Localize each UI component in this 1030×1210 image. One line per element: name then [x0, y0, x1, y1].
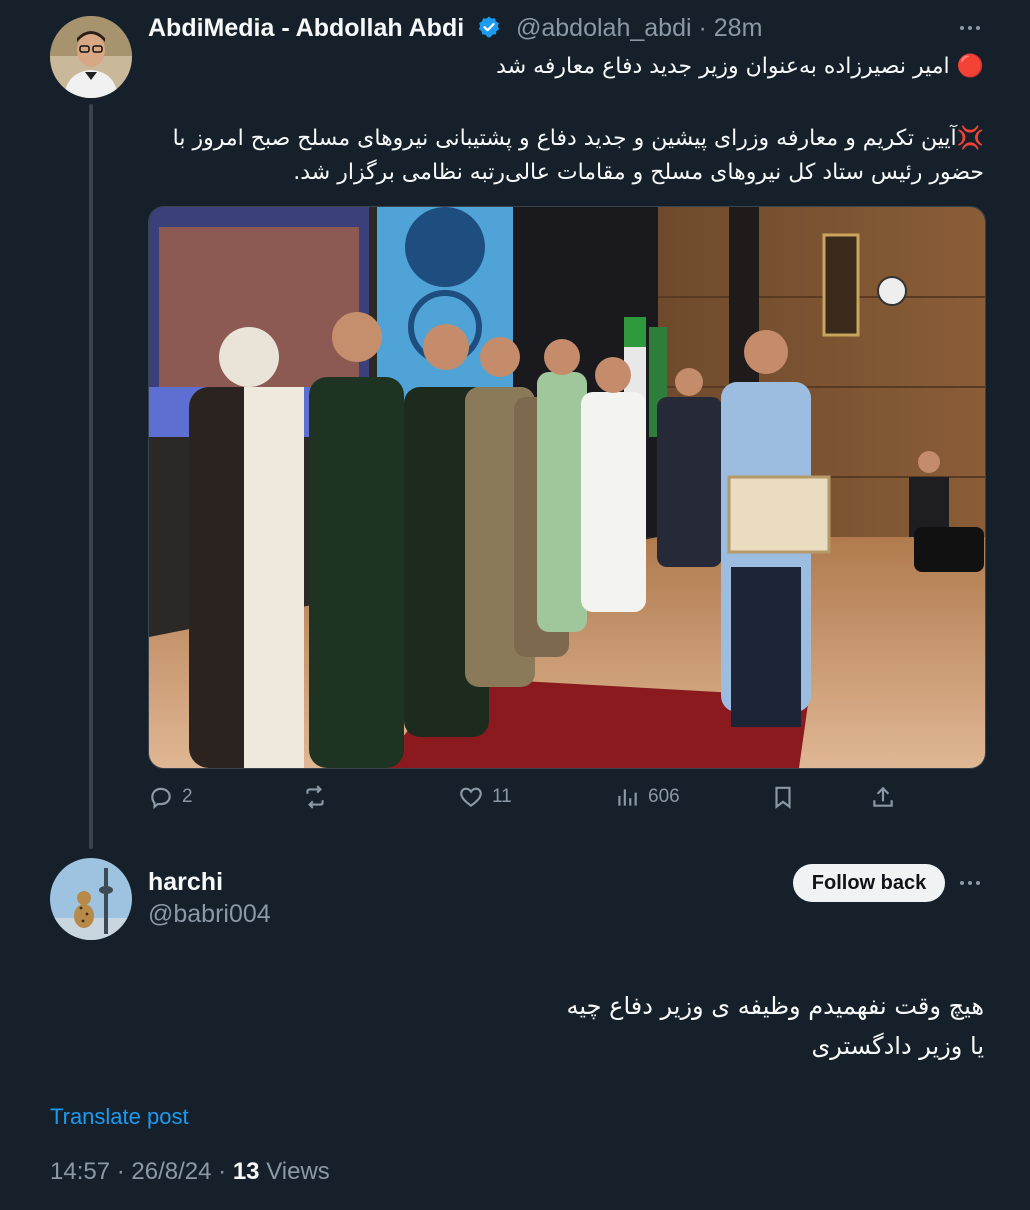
reply-icon: [151, 787, 171, 810]
verified-badge-icon: [478, 16, 500, 38]
share-button[interactable]: [870, 780, 896, 814]
like-button[interactable]: 11: [458, 780, 512, 814]
reply-author-handle[interactable]: @babri004: [148, 900, 271, 929]
bookmark-button[interactable]: [770, 780, 796, 814]
reply-count: 2: [182, 786, 193, 807]
tweet-text-line1: 🔴 امیر نصیرزاده به‌عنوان وزیر جدید دفاع …: [496, 54, 984, 79]
repost-icon: [306, 785, 324, 809]
reply-author-avatar[interactable]: [50, 858, 132, 940]
repost-button[interactable]: [302, 780, 336, 814]
reply-author-name[interactable]: harchi: [148, 868, 223, 897]
post-views-count: 13: [232, 1158, 260, 1185]
ceremony-photo: [149, 207, 985, 768]
avatar-photo: [50, 16, 132, 98]
bookmark-icon: [775, 786, 791, 809]
author-avatar[interactable]: [50, 16, 132, 98]
follow-back-button[interactable]: Follow back: [793, 864, 945, 902]
post-views-label: Views: [266, 1158, 330, 1185]
author-handle[interactable]: @abdolah_abdi: [516, 14, 692, 42]
reply-text: هیچ وقت نفهمیدم وظیفه ی وزیر دفاع چیه یا…: [144, 986, 984, 1066]
meta-separator: ·: [218, 1158, 227, 1185]
more-options-icon[interactable]: [948, 16, 992, 40]
author-meta: @abdolah_abdi · 28m: [516, 14, 762, 43]
author-name-text: AbdiMedia - Abdollah Abdi: [148, 14, 465, 42]
tweet-action-bar: 2 11 606: [148, 780, 908, 814]
tweet-timestamp[interactable]: 28m: [714, 14, 763, 42]
share-icon: [873, 786, 893, 807]
post-meta: 14:57 · 26/8/24 · 13 Views: [50, 1158, 330, 1186]
like-count: 11: [492, 786, 512, 807]
author-name[interactable]: AbdiMedia - Abdollah Abdi: [148, 14, 501, 43]
translate-post-link[interactable]: Translate post: [50, 1104, 189, 1130]
reply-text-line2: یا وزیر دادگستری: [811, 1032, 985, 1060]
heart-icon: [460, 787, 482, 808]
views-chart-icon: [618, 789, 637, 806]
reply-more-options-icon[interactable]: [948, 871, 992, 895]
views-button[interactable]: 606: [614, 780, 680, 814]
post-time[interactable]: 14:57: [50, 1158, 110, 1185]
separator-dot: ·: [698, 14, 707, 42]
post-date[interactable]: 26/8/24: [131, 1158, 211, 1185]
meta-separator: ·: [116, 1158, 125, 1185]
thread-connector-line: [89, 104, 93, 849]
reply-button[interactable]: 2: [148, 780, 193, 814]
views-count: 606: [648, 786, 680, 807]
tweet-media-photo[interactable]: [148, 206, 986, 769]
tweet-text-line2: 💢آیین تکریم و معارفه وزرای پیشین و جدید …: [172, 126, 984, 185]
reply-text-line1: هیچ وقت نفهمیدم وظیفه ی وزیر دفاع چیه: [566, 992, 984, 1020]
reply-avatar-photo: [50, 858, 132, 940]
